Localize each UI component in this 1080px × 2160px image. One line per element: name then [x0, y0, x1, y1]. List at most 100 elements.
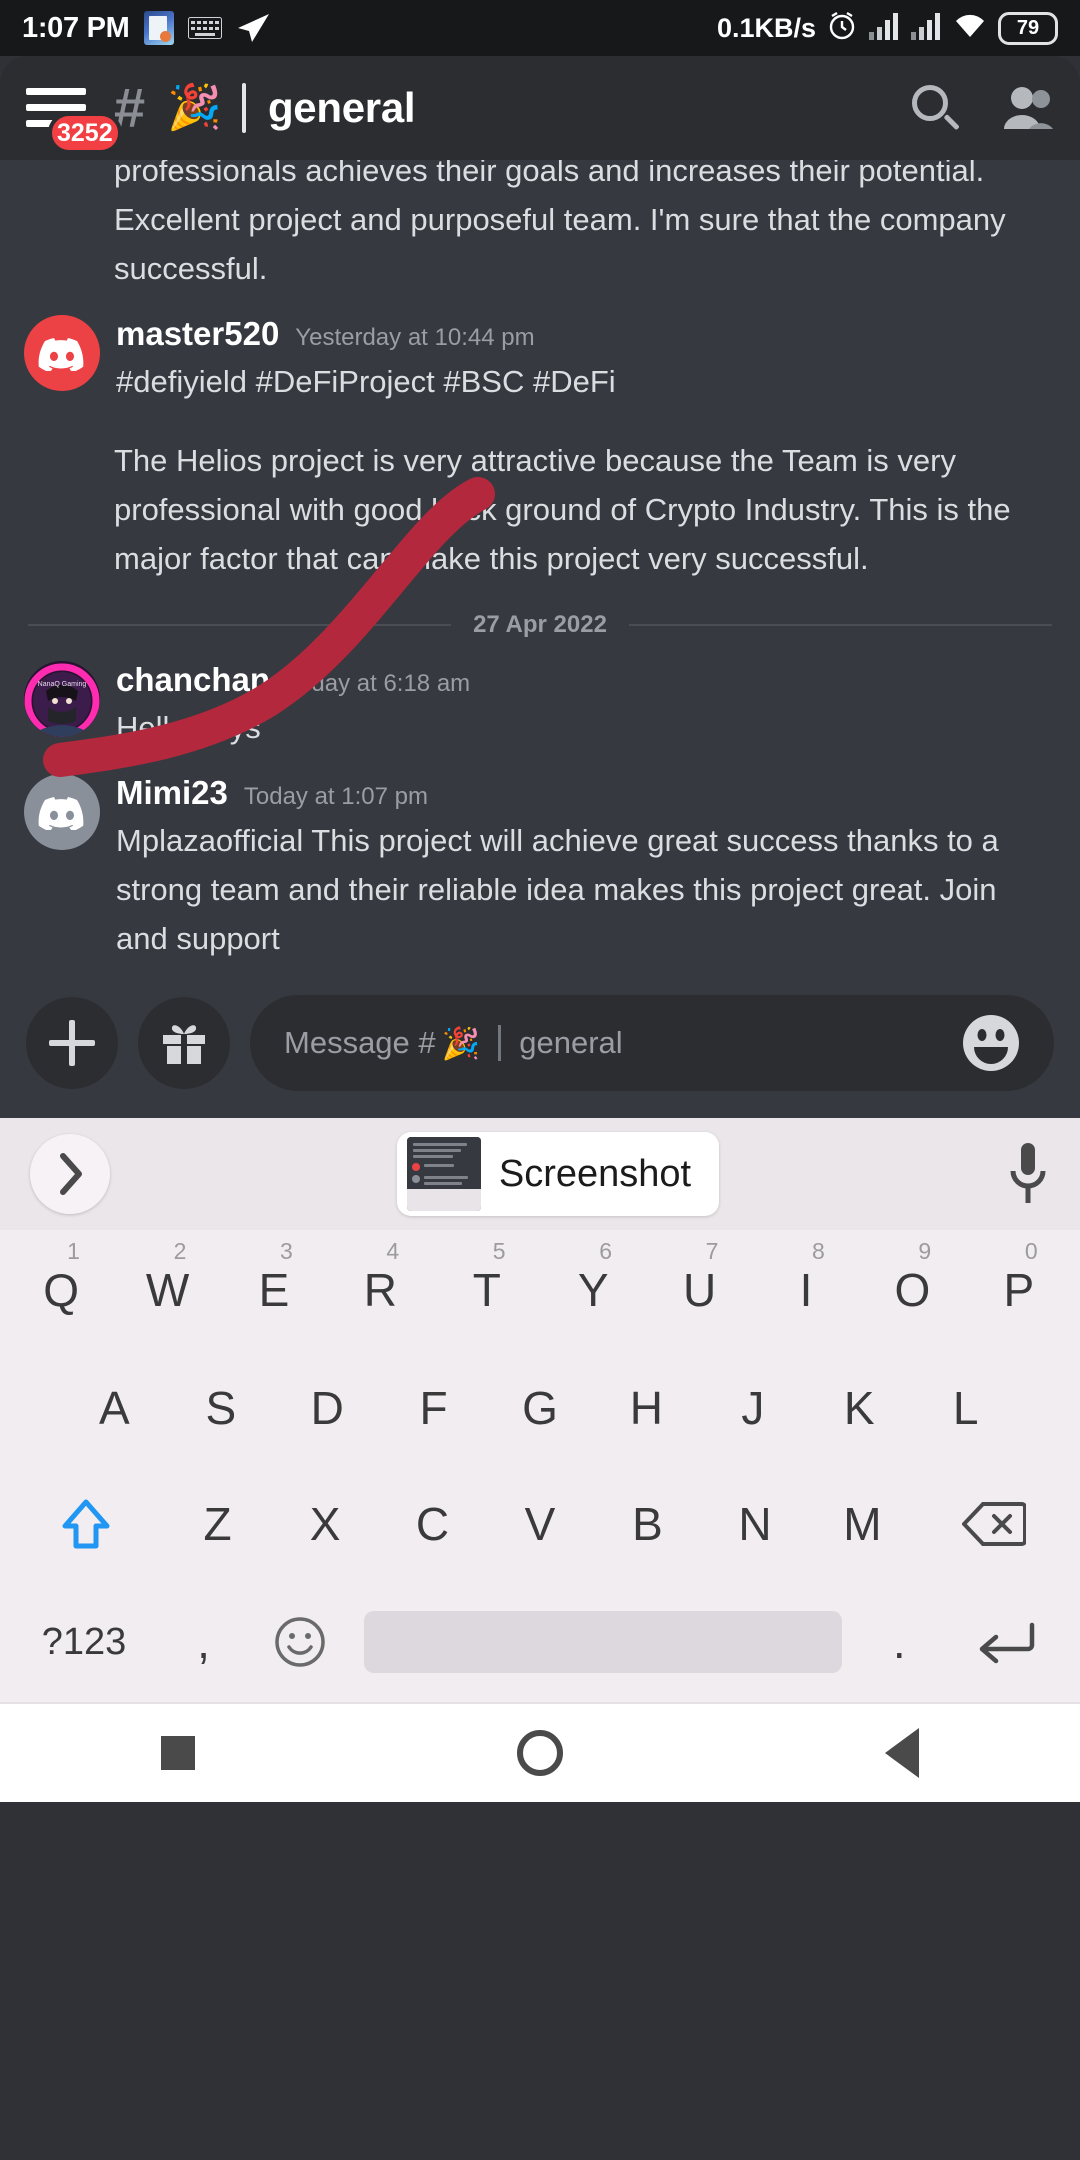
back-button-icon[interactable] — [885, 1728, 919, 1778]
key-label: W — [145, 1264, 190, 1316]
symbols-key[interactable]: ?123 — [10, 1582, 158, 1702]
key-M[interactable]: M — [809, 1466, 916, 1582]
key-C[interactable]: C — [379, 1466, 486, 1582]
status-bar-right: 0.1KB/s 79 — [717, 10, 1058, 47]
key-label: Y — [577, 1264, 609, 1316]
signal-1-icon-svg — [869, 12, 898, 40]
microphone-icon[interactable] — [1006, 1141, 1050, 1207]
key-A[interactable]: A — [61, 1350, 167, 1466]
message-item-master520[interactable]: master520 Yesterday at 10:44 pm #defiyie… — [0, 315, 1080, 406]
plus-icon — [49, 1020, 95, 1066]
placeholder-channel: general — [519, 1025, 623, 1060]
key-W[interactable]: 2W — [114, 1230, 220, 1350]
status-bar-left: 1:07 PM — [22, 11, 270, 45]
message-item-mimi23[interactable]: Mimi23 Today at 1:07 pm Mplazaofficial T… — [0, 774, 1080, 963]
enter-key[interactable] — [945, 1582, 1070, 1702]
screenshot-thumbnail-icon — [406, 1137, 481, 1211]
key-label: M — [843, 1498, 882, 1550]
key-R[interactable]: 4R — [327, 1230, 433, 1350]
period-key[interactable]: . — [854, 1582, 945, 1702]
alarm-icon-svg — [829, 11, 855, 39]
backspace-key[interactable] — [916, 1466, 1072, 1582]
key-S[interactable]: S — [168, 1350, 274, 1466]
key-label: ?123 — [41, 1620, 127, 1663]
message-author[interactable]: Mimi23 — [116, 774, 228, 812]
avatar[interactable] — [24, 774, 100, 850]
message-input[interactable]: Message # 🎉 general — [250, 995, 1054, 1091]
avatar[interactable]: NanaQ Gaming — [24, 661, 100, 737]
battery-level: 79 — [1016, 16, 1040, 39]
message-text: Hello guys — [116, 710, 261, 745]
key-F[interactable]: F — [380, 1350, 486, 1466]
menu-button[interactable]: 3252 — [26, 86, 122, 154]
keyboard-row-4: ?123 , . — [0, 1582, 1080, 1702]
message-text-continued: The Helios project is very attractive be… — [114, 443, 1011, 576]
key-J[interactable]: J — [700, 1350, 806, 1466]
space-key[interactable] — [363, 1611, 842, 1673]
key-E[interactable]: 3E — [221, 1230, 327, 1350]
nanaq-gaming-avatar-icon: NanaQ Gaming — [24, 661, 100, 737]
emoji-smiley-icon — [275, 1617, 326, 1667]
key-B[interactable]: B — [594, 1466, 701, 1582]
message-list[interactable]: professionals achieves their goals and i… — [0, 160, 1080, 968]
key-Q[interactable]: 1Q — [8, 1230, 114, 1350]
key-D[interactable]: D — [274, 1350, 380, 1466]
key-label: L — [952, 1382, 979, 1434]
expand-suggestions-button[interactable] — [30, 1134, 110, 1214]
emoji-picker-icon[interactable] — [962, 1014, 1020, 1072]
members-icon[interactable] — [1002, 85, 1054, 131]
key-label: N — [738, 1498, 772, 1550]
thumb-line — [412, 1149, 461, 1152]
key-L[interactable]: L — [912, 1350, 1018, 1466]
divider-line-left — [28, 624, 452, 626]
key-label: D — [310, 1382, 344, 1434]
key-U[interactable]: 7U — [646, 1230, 752, 1350]
avatar[interactable] — [24, 315, 100, 391]
message-item-chanchan[interactable]: NanaQ Gaming chanchan Today at 6:18 am H… — [0, 661, 1080, 752]
comma-key[interactable]: , — [158, 1582, 249, 1702]
key-K[interactable]: K — [806, 1350, 912, 1466]
key-label: G — [522, 1382, 558, 1434]
key-label: H — [629, 1382, 664, 1434]
key-hint: 5 — [492, 1238, 506, 1264]
key-label: P — [1003, 1264, 1035, 1316]
thumb-line — [423, 1176, 468, 1179]
message-author[interactable]: master520 — [116, 315, 279, 353]
key-Z[interactable]: Z — [164, 1466, 271, 1582]
key-T[interactable]: 5T — [434, 1230, 540, 1350]
search-icon[interactable] — [912, 85, 960, 131]
gallery-icon — [143, 11, 174, 45]
key-label: A — [99, 1382, 130, 1434]
gift-button[interactable] — [138, 997, 230, 1089]
message-author[interactable]: chanchan — [116, 661, 270, 699]
thumb-avatar-dot — [411, 1163, 420, 1171]
key-V[interactable]: V — [486, 1466, 593, 1582]
shift-key[interactable] — [8, 1466, 164, 1582]
placeholder-emoji: 🎉 — [441, 1025, 481, 1061]
key-P[interactable]: 0P — [966, 1230, 1072, 1350]
home-button-icon[interactable] — [517, 1730, 563, 1776]
shift-arrow-icon — [62, 1499, 110, 1549]
key-O[interactable]: 9O — [859, 1230, 965, 1350]
add-attachment-button[interactable] — [26, 997, 118, 1089]
key-H[interactable]: H — [593, 1350, 699, 1466]
key-G[interactable]: G — [487, 1350, 593, 1466]
key-label: E — [258, 1264, 290, 1316]
telegram-send-icon — [236, 12, 270, 44]
emoji-key[interactable] — [249, 1582, 351, 1702]
key-hint: 4 — [386, 1238, 400, 1264]
key-Y[interactable]: 6Y — [540, 1230, 646, 1350]
key-label: K — [843, 1382, 875, 1434]
key-X[interactable]: X — [271, 1466, 378, 1582]
search-icon-handle — [943, 114, 960, 131]
thumb-bottom — [406, 1189, 481, 1211]
plus-icon-v — [69, 1020, 75, 1066]
suggestion-chip-screenshot[interactable]: Screenshot — [396, 1132, 720, 1216]
key-hint: 8 — [812, 1238, 825, 1264]
recents-button-icon[interactable] — [161, 1736, 195, 1770]
keyboard-row-2: A S D F G H J K L — [0, 1350, 1080, 1466]
key-I[interactable]: 8I — [753, 1230, 859, 1350]
keyboard-row-3: Z X C V B N M — [0, 1466, 1080, 1582]
key-label: X — [309, 1498, 341, 1550]
key-N[interactable]: N — [701, 1466, 808, 1582]
